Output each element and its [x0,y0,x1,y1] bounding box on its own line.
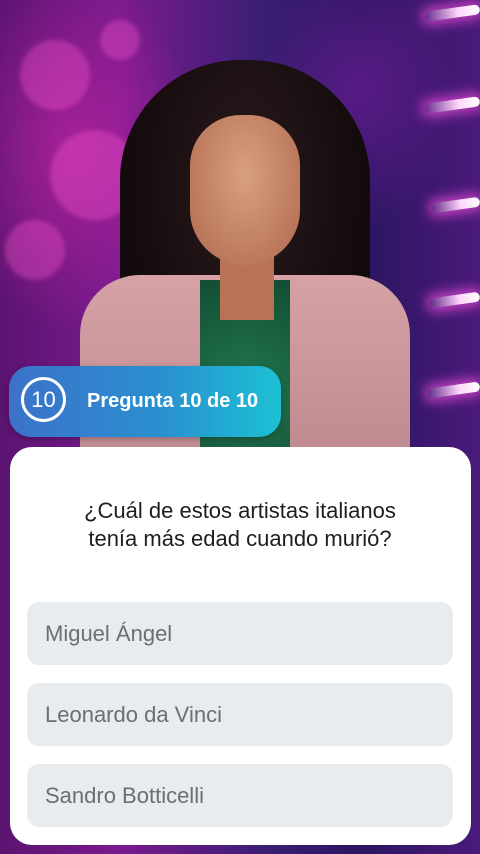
question-text: ¿Cuál de estos artistas italianos tenía … [40,497,440,553]
question-progress-label: Pregunta 10 de 10 [87,390,259,412]
answer-option-label: Miguel Ángel [45,620,173,646]
answer-option-label: Sandro Botticelli [45,782,204,808]
question-counter: 10 [21,377,66,422]
answer-option-3[interactable]: Sandro Botticelli [27,764,453,827]
question-line-1: ¿Cuál de estos artistas italianos [84,498,396,523]
question-line-2: tenía más edad cuando murió? [88,526,392,551]
answer-option-1[interactable]: Miguel Ángel [27,602,453,665]
answer-option-2[interactable]: Leonardo da Vinci [27,683,453,746]
answer-option-label: Leonardo da Vinci [45,701,222,727]
question-card: ¿Cuál de estos artistas italianos tenía … [10,447,471,845]
question-progress-badge: 10 Pregunta 10 de 10 [9,366,281,437]
